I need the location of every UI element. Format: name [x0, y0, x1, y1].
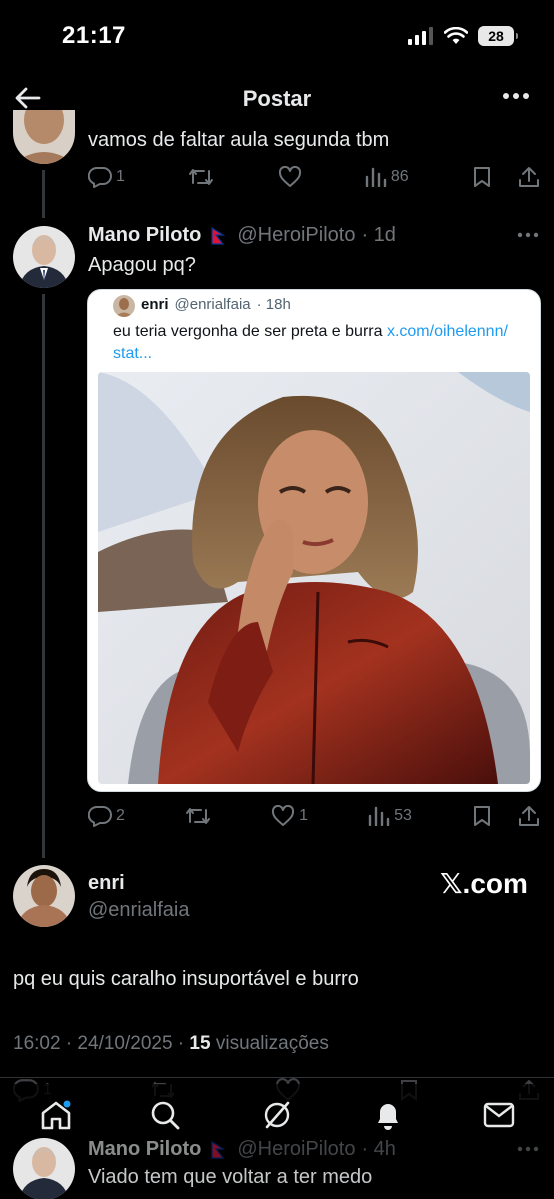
post-time: · 1d: [361, 224, 396, 246]
quote-author-handle: @enrialfaia: [174, 296, 251, 313]
nepal-flag-icon: [211, 226, 226, 245]
quote-time: · 18h: [256, 296, 291, 313]
thread-line-1: [42, 170, 45, 218]
bottom-navigation: [0, 1084, 554, 1146]
quote-link-tail[interactable]: stat...: [113, 345, 152, 362]
x-com-watermark: 𝕏.com: [440, 868, 528, 899]
bottom-more-button[interactable]: [517, 1146, 539, 1152]
reply-top-text: vamos de faltar aula segunda tbm: [88, 129, 390, 151]
battery-indicator: 28: [478, 26, 518, 46]
view-count: 15: [189, 1033, 211, 1054]
views-count: 53: [394, 807, 412, 824]
reply-top-actions: 1 86: [88, 165, 540, 189]
quote-text-block: eu teria vergonha de ser preta e burra x…: [113, 321, 533, 365]
reply-count: 1: [116, 168, 125, 185]
mano-more-button[interactable]: [517, 232, 539, 238]
grok-icon: [264, 1101, 290, 1129]
quote-header: enri @enrialfaia · 18h: [141, 296, 291, 313]
mano-post-text: Apagou pq?: [88, 254, 196, 276]
nav-home[interactable]: [40, 1100, 72, 1130]
main-post-text: pq eu quis caralho insuportável e burro: [13, 968, 359, 990]
heart-icon: [278, 166, 301, 187]
notifications-icon: [378, 1104, 398, 1130]
heart-icon: [272, 805, 295, 826]
quote-author-name: enri: [141, 296, 169, 313]
post-time: · 4h: [361, 1138, 396, 1160]
like-count: 1: [299, 807, 308, 824]
nav-notifications[interactable]: [373, 1099, 403, 1131]
nav-messages[interactable]: [483, 1102, 515, 1128]
reply-icon: [88, 166, 112, 188]
nepal-flag-icon: [211, 1140, 226, 1159]
thread-line-2: [42, 294, 45, 858]
main-author-handle[interactable]: @enrialfaia: [88, 899, 189, 922]
quote-link[interactable]: x.com/oihelennn/: [387, 323, 508, 340]
bookmark-button[interactable]: [472, 166, 492, 188]
bookmark-button[interactable]: [472, 805, 492, 827]
avatar-enri[interactable]: [13, 865, 75, 927]
signal-icon: [408, 27, 433, 45]
share-button[interactable]: [518, 805, 540, 827]
share-icon: [518, 806, 539, 826]
view-label: visualizações: [210, 1033, 329, 1054]
more-horizontal-icon: [517, 1146, 539, 1152]
more-horizontal-icon: [503, 93, 529, 99]
share-icon: [518, 167, 539, 187]
bottom-reply-text: Viado tem que voltar a ter medo: [88, 1166, 373, 1188]
views-icon: [365, 167, 387, 187]
mano-actions: 2 1 53: [88, 804, 540, 828]
author-name[interactable]: Mano Piloto: [88, 1138, 201, 1161]
more-options-button[interactable]: [502, 92, 530, 100]
like-button[interactable]: 1: [271, 805, 308, 827]
author-name[interactable]: Mano Piloto: [88, 224, 201, 247]
status-time: 21:17: [62, 22, 126, 49]
author-handle[interactable]: @HeroiPiloto: [237, 224, 355, 247]
share-button[interactable]: [518, 166, 540, 188]
avatar-mano-piloto[interactable]: [13, 226, 75, 288]
quote-text: eu teria vergonha de ser preta e burra: [113, 323, 383, 340]
repost-icon: [189, 169, 214, 185]
author-handle[interactable]: @HeroiPiloto: [237, 1138, 355, 1161]
bookmark-icon: [473, 167, 490, 187]
nav-search[interactable]: [150, 1100, 180, 1130]
wifi-icon: [444, 27, 468, 44]
views-count: 86: [390, 168, 409, 185]
repost-button[interactable]: [185, 805, 211, 827]
nav-grok[interactable]: [262, 1100, 292, 1130]
repost-icon: [186, 808, 210, 824]
reply-icon: [88, 805, 112, 827]
bookmark-icon: [473, 806, 490, 826]
bottom-reply-header: Mano Piloto @HeroiPiloto · 4h: [88, 1138, 396, 1161]
status-icons: 28: [408, 26, 518, 46]
page-title: Postar: [242, 86, 312, 111]
quoted-media-image[interactable]: [98, 372, 530, 784]
reply-count: 2: [116, 807, 125, 824]
views-button[interactable]: 53: [368, 806, 412, 826]
reply-button[interactable]: 1: [88, 166, 125, 188]
quote-avatar: [113, 295, 135, 317]
main-post-meta: 16:02 · 24/10/2025 · 15 visualizações: [13, 1033, 329, 1055]
search-icon: [151, 1101, 180, 1130]
post-timestamp: 16:02 · 24/10/2025 ·: [13, 1033, 190, 1054]
messages-icon: [483, 1102, 515, 1128]
repost-button[interactable]: [188, 166, 214, 188]
avatar-enri-top[interactable]: [13, 110, 75, 164]
home-icon: [41, 1100, 71, 1130]
views-icon: [368, 806, 390, 826]
quoted-post-card[interactable]: enri @enrialfaia · 18h eu teria vergonha…: [87, 289, 541, 792]
mano-post-header: Mano Piloto @HeroiPiloto · 1d: [88, 224, 396, 247]
views-button[interactable]: 86: [365, 167, 409, 187]
reply-button[interactable]: 2: [88, 805, 125, 827]
more-horizontal-icon: [517, 232, 539, 238]
main-author-name[interactable]: enri: [88, 872, 125, 895]
avatar-mano-piloto-bottom[interactable]: [13, 1138, 75, 1199]
like-button[interactable]: [278, 166, 302, 188]
